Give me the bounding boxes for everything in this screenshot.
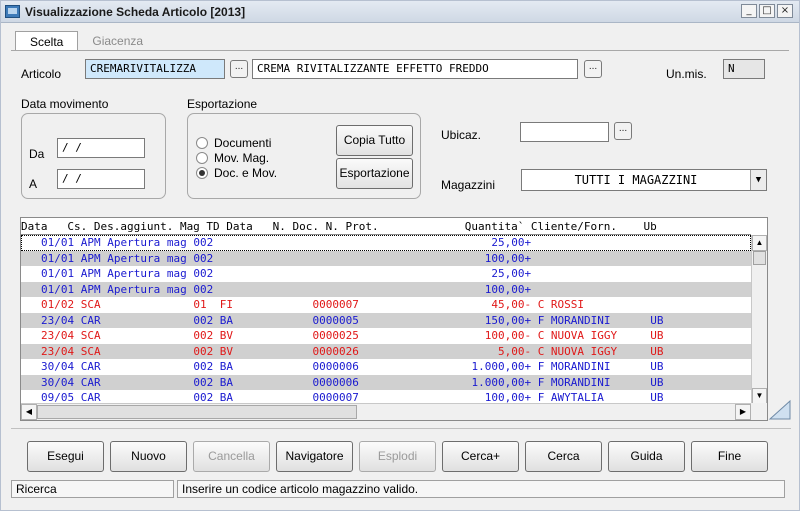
- esplodi-button[interactable]: Esplodi: [359, 441, 436, 472]
- article-description-lookup-button[interactable]: ...: [584, 60, 602, 78]
- table-row[interactable]: 01/01 APM Apertura mag 002 100,00+: [21, 250, 751, 266]
- maximize-icon[interactable]: □: [759, 4, 775, 18]
- ubicazione-input[interactable]: [520, 122, 609, 142]
- tab-strip: Scelta Giacenza: [15, 31, 157, 51]
- table-row[interactable]: 01/01 APM Apertura mag 002 25,00+: [21, 266, 751, 282]
- close-icon[interactable]: ×: [777, 4, 793, 18]
- radio-mov-mag-label: Mov. Mag.: [214, 151, 270, 165]
- scroll-up-icon[interactable]: ▲: [752, 235, 767, 251]
- ubicazione-label: Ubicaz.: [441, 128, 482, 142]
- scroll-corner: [751, 403, 767, 420]
- scroll-down-icon[interactable]: ▼: [752, 388, 767, 404]
- status-message: Inserire un codice articolo magazzino va…: [177, 480, 785, 498]
- data-movimento-title: Data movimento: [21, 97, 109, 111]
- nuovo-button[interactable]: Nuovo: [110, 441, 187, 472]
- table-row[interactable]: 01/01 APM Apertura mag 002 100,00+: [21, 281, 751, 297]
- cerca-button[interactable]: Cerca+: [442, 441, 519, 472]
- grid-header: Data Cs. Des.aggiunt. Mag TD Data N. Doc…: [21, 218, 751, 235]
- table-row[interactable]: 23/04 SCA 002 BV 0000026 5,00- C NUOVA I…: [21, 343, 751, 359]
- tab-scelta[interactable]: Scelta: [15, 31, 79, 51]
- table-row[interactable]: 23/04 SCA 002 BV 0000025 100,00- C NUOVA…: [21, 328, 751, 344]
- scroll-left-icon[interactable]: ◀: [21, 404, 37, 420]
- radio-doc-e-mov-label: Doc. e Mov.: [214, 166, 278, 180]
- cerca-button[interactable]: Cerca: [525, 441, 602, 472]
- grid-body: 01/01 APM Apertura mag 002 25,00+ 01/01 A…: [21, 235, 751, 404]
- esportazione-title: Esportazione: [187, 97, 258, 111]
- horizontal-scroll-thumb[interactable]: [37, 405, 357, 419]
- date-from-input[interactable]: / /: [57, 138, 145, 158]
- article-code-lookup-button[interactable]: ...: [230, 60, 248, 78]
- table-row[interactable]: 30/04 CAR 002 BA 0000006 1.000,00+ F MOR…: [21, 374, 751, 390]
- status-mode: Ricerca: [11, 480, 174, 498]
- radio-mov-mag-dot[interactable]: [196, 152, 208, 164]
- fine-button[interactable]: Fine: [691, 441, 768, 472]
- radio-mov-mag[interactable]: Mov. Mag.: [196, 151, 269, 165]
- scroll-right-icon[interactable]: ▶: [735, 404, 751, 420]
- guida-button[interactable]: Guida: [608, 441, 685, 472]
- article-code-input[interactable]: CREMARIVITALIZZA: [85, 59, 225, 79]
- title-bar[interactable]: Visualizzazione Scheda Articolo [2013] _…: [1, 1, 799, 23]
- table-row[interactable]: 30/04 CAR 002 BA 0000006 1.000,00+ F MOR…: [21, 359, 751, 375]
- radio-doc-e-mov-dot[interactable]: [196, 167, 208, 179]
- app-window-icon: [5, 5, 20, 18]
- date-from-label: Da: [29, 147, 45, 161]
- magazzini-label: Magazzini: [441, 178, 496, 192]
- article-description-field[interactable]: CREMA RIVITALIZZANTE EFFETTO FREDDO: [252, 59, 578, 79]
- radio-documenti[interactable]: Documenti: [196, 136, 271, 150]
- toolbar-separator: [11, 428, 791, 429]
- magazzini-select[interactable]: TUTTI I MAGAZZINI ▼: [521, 169, 767, 191]
- cancella-button[interactable]: Cancella: [193, 441, 270, 472]
- unit-label: Un.mis.: [666, 67, 707, 81]
- magazzini-selected-value: TUTTI I MAGAZZINI: [574, 173, 698, 187]
- movements-grid[interactable]: Data Cs. Des.aggiunt. Mag TD Data N. Doc…: [20, 217, 768, 421]
- table-row[interactable]: 23/04 CAR 002 BA 0000005 150,00+ F MORAN…: [21, 312, 751, 328]
- grid-resize-handle-icon[interactable]: [768, 399, 792, 421]
- table-row[interactable]: 09/05 CAR 002 BA 0000007 100,00+ F AWYTA…: [21, 390, 751, 404]
- main-window: Visualizzazione Scheda Articolo [2013] _…: [0, 0, 800, 511]
- tab-giacenza[interactable]: Giacenza: [78, 33, 157, 51]
- copia-tutto-button[interactable]: Copia Tutto: [336, 125, 413, 156]
- tab-divider: [11, 50, 789, 51]
- date-to-input[interactable]: / /: [57, 169, 145, 189]
- radio-documenti-label: Documenti: [214, 136, 272, 150]
- unit-field: N: [723, 59, 765, 79]
- vertical-scroll-thumb[interactable]: [753, 251, 766, 265]
- navigatore-button[interactable]: Navigatore: [276, 441, 353, 472]
- ubicazione-lookup-button[interactable]: ...: [614, 122, 632, 140]
- window-title: Visualizzazione Scheda Articolo [2013]: [25, 5, 246, 19]
- esegui-button[interactable]: Esegui: [27, 441, 104, 472]
- table-row[interactable]: 01/02 SCA 01 FI 0000007 45,00- C ROSSI: [21, 297, 751, 313]
- chevron-down-icon[interactable]: ▼: [750, 170, 766, 190]
- horizontal-scrollbar[interactable]: ◀ ▶: [21, 403, 751, 420]
- table-row[interactable]: 01/01 APM Apertura mag 002 25,00+: [21, 235, 751, 251]
- vertical-scrollbar[interactable]: ▲ ▼: [751, 235, 767, 404]
- date-to-label: A: [29, 177, 38, 191]
- minimize-icon[interactable]: _: [741, 4, 757, 18]
- radio-documenti-dot[interactable]: [196, 137, 208, 149]
- articolo-label: Articolo: [21, 67, 62, 81]
- radio-doc-e-mov[interactable]: Doc. e Mov.: [196, 166, 277, 180]
- esportazione-button[interactable]: Esportazione: [336, 158, 413, 189]
